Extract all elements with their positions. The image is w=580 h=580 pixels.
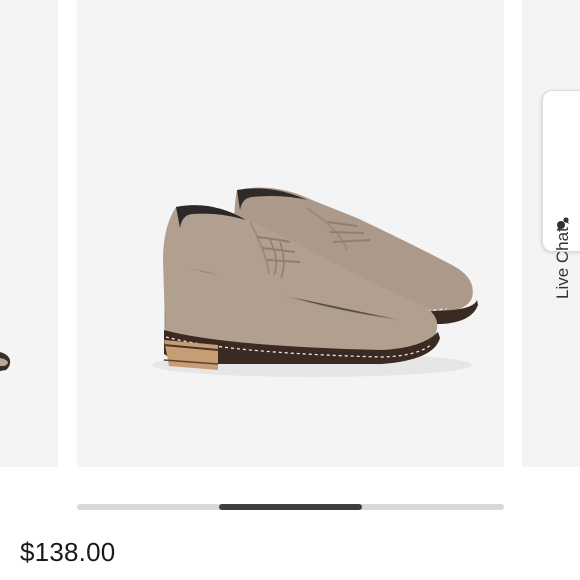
product-page: $138.00 Live Chat: [0, 0, 580, 580]
carousel-scrollbar-thumb[interactable]: [219, 504, 362, 510]
chukka-boot-image: [152, 187, 478, 377]
chat-bubbles-icon: [556, 217, 570, 231]
product-price: $138.00: [20, 537, 116, 567]
live-chat-tab[interactable]: Live Chat: [542, 90, 580, 299]
carousel-scrollbar[interactable]: [77, 504, 504, 510]
product-image-carousel[interactable]: [0, 0, 580, 468]
previous-slide[interactable]: [0, 0, 58, 467]
previous-shoe-fragment: [0, 352, 11, 371]
